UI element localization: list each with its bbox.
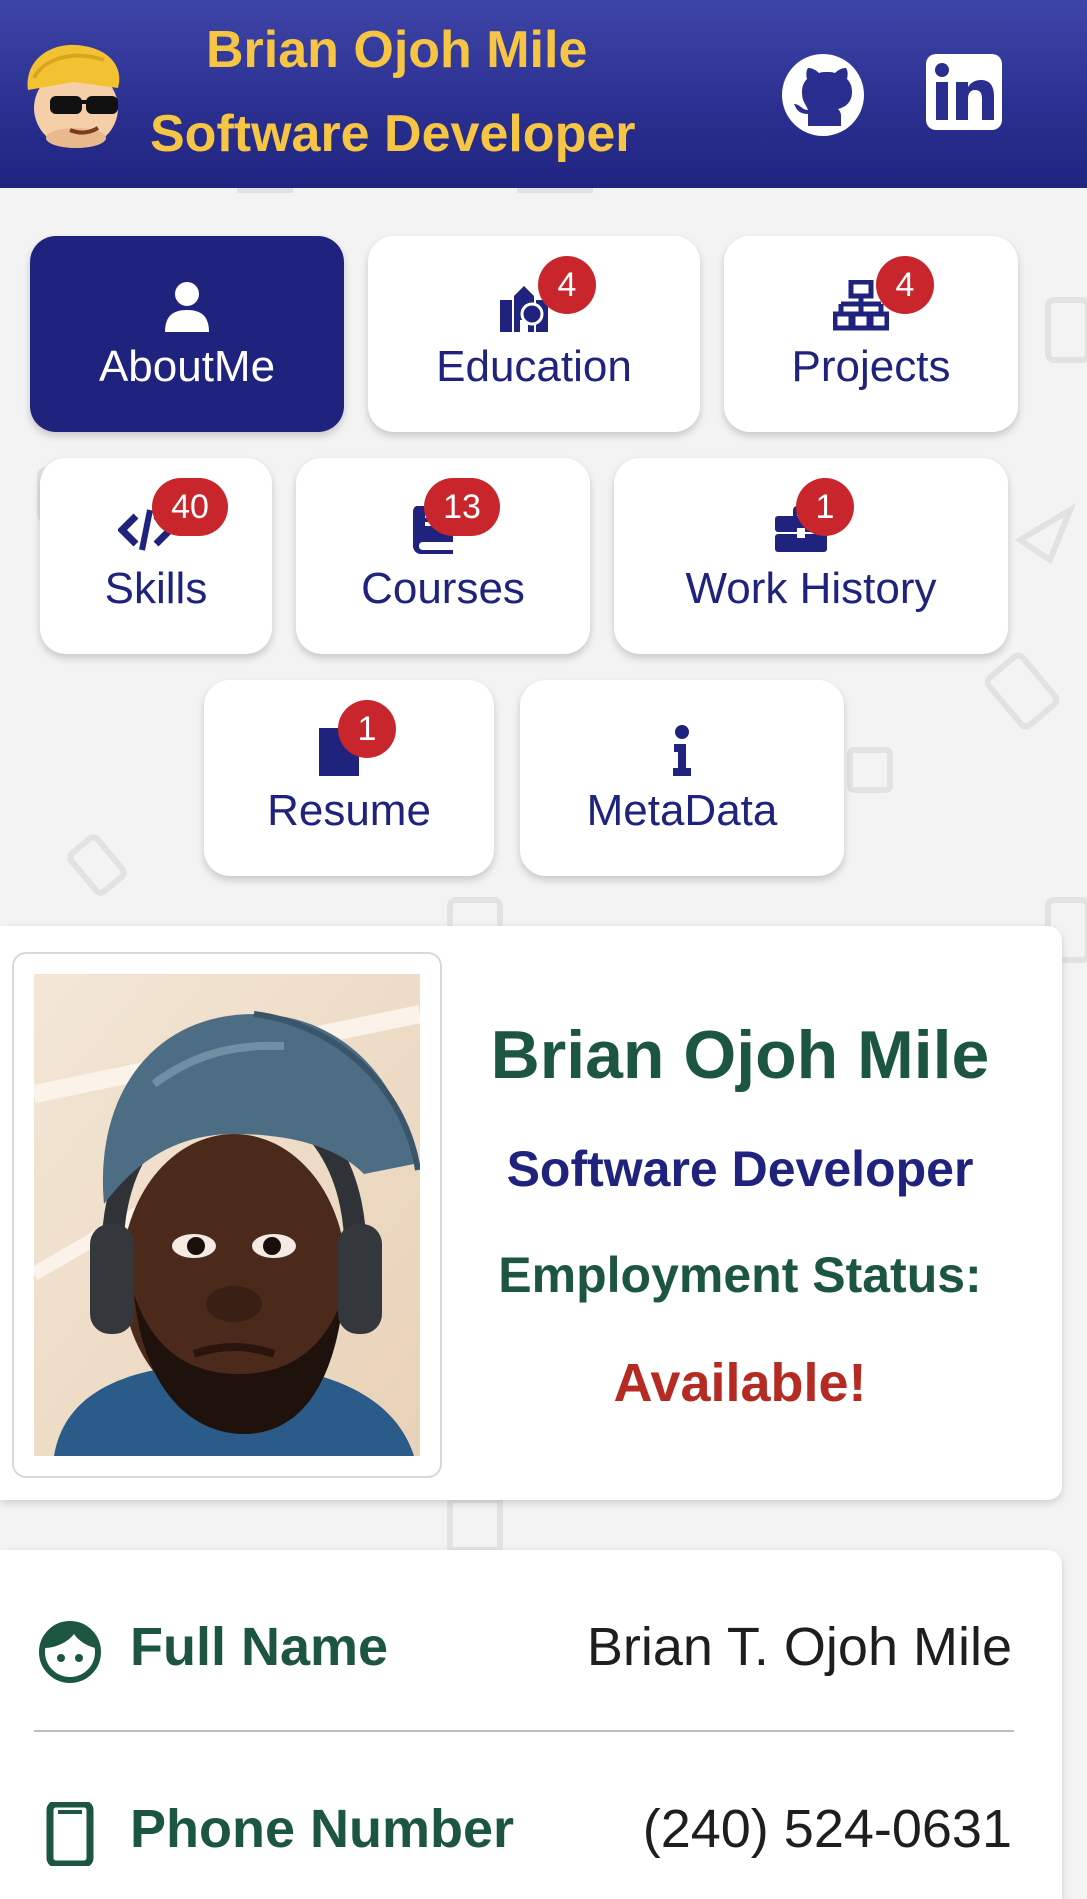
work-history-count-badge: 1: [796, 478, 854, 536]
profile-card: Brian Ojoh Mile Software Developer Emplo…: [0, 926, 1062, 1500]
user-icon: [165, 282, 209, 332]
tab-education[interactable]: 4 Education: [368, 236, 700, 432]
detail-label: Full Name: [130, 1617, 389, 1677]
tab-projects[interactable]: 4 Projects: [724, 236, 1018, 432]
header-name: Brian Ojoh Mile: [206, 21, 588, 79]
tab-metadata[interactable]: MetaData: [520, 680, 844, 876]
resume-count-badge: 1: [338, 700, 396, 758]
profile-role: Software Developer: [506, 1141, 974, 1197]
tab-label: Courses: [361, 564, 525, 613]
employment-status-value: Available!: [613, 1353, 867, 1413]
phone-icon: [46, 1802, 94, 1866]
detail-value: Brian T. Ojoh Mile: [586, 1617, 1012, 1677]
tab-label: Work History: [685, 564, 937, 613]
tab-label: AboutMe: [98, 342, 276, 391]
tab-aboutme[interactable]: AboutMe: [30, 236, 344, 432]
profile-photo: [34, 974, 420, 1456]
detail-label: Phone Number: [130, 1799, 515, 1859]
tab-label: Projects: [791, 342, 951, 391]
tab-courses[interactable]: 13 Courses: [296, 458, 590, 654]
profile-name: Brian Ojoh Mile: [490, 1017, 990, 1093]
courses-count-badge: 13: [424, 478, 500, 536]
linkedin-icon[interactable]: [926, 54, 1002, 130]
education-count-badge: 4: [538, 256, 596, 314]
profile-photo-frame: [12, 952, 442, 1478]
details-card: Full Name Brian T. Ojoh Mile Phone Numbe…: [0, 1550, 1062, 1899]
tab-resume[interactable]: 1 Resume: [204, 680, 494, 876]
tab-skills[interactable]: 40 Skills: [40, 458, 272, 654]
info-icon: [673, 725, 691, 776]
header-role: Software Developer: [150, 105, 636, 163]
tab-label: Resume: [267, 786, 431, 835]
app-header: Brian Ojoh Mile Software Developer: [0, 0, 1087, 188]
tab-work-history[interactable]: 1 Work History: [614, 458, 1008, 654]
tab-label: Education: [436, 342, 632, 391]
skills-count-badge: 40: [152, 478, 228, 536]
divider: [34, 1730, 1014, 1732]
cartoon-avatar-icon: [27, 44, 120, 148]
detail-row-full-name: Full Name Brian T. Ojoh Mile: [0, 1590, 1062, 1710]
employment-status-label: Employment Status:: [498, 1247, 982, 1303]
projects-count-badge: 4: [876, 256, 934, 314]
detail-row-phone-number: Phone Number (240) 524-0631: [0, 1772, 1062, 1892]
tab-label: MetaData: [586, 786, 778, 835]
detail-value: (240) 524-0631: [642, 1799, 1012, 1859]
face-icon: [39, 1621, 101, 1683]
tab-label: Skills: [104, 564, 208, 613]
github-icon[interactable]: [780, 52, 866, 138]
